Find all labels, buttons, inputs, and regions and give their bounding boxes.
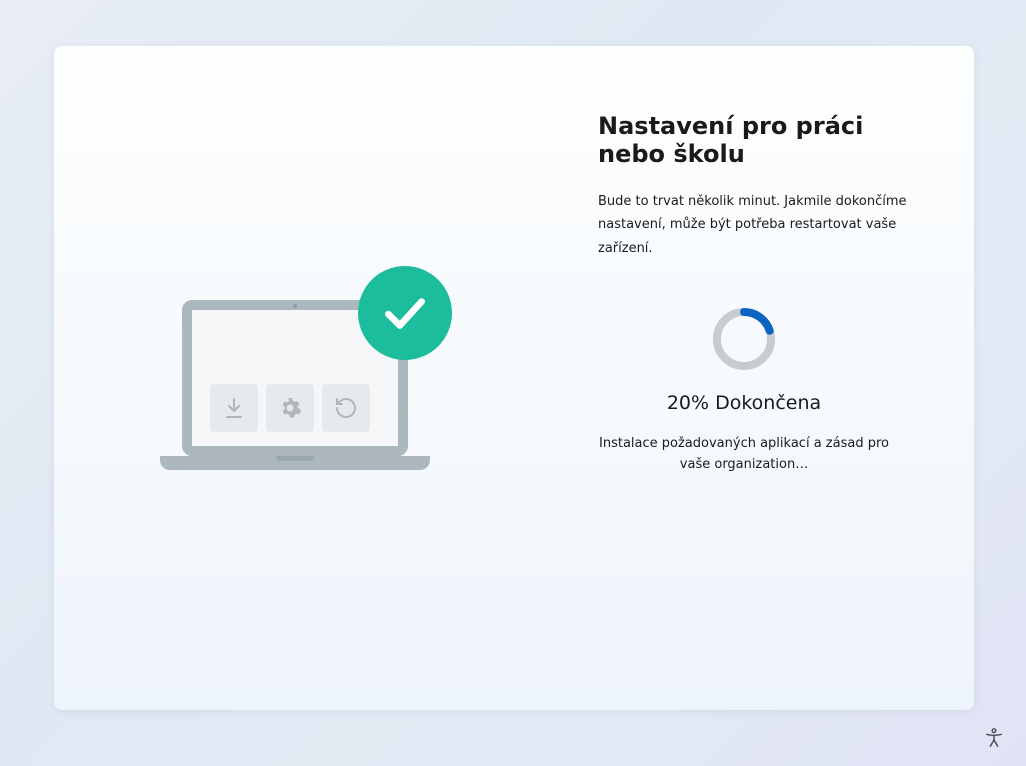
refresh-icon [322,384,370,432]
progress-percent: 20% [667,392,709,414]
gear-icon [266,384,314,432]
setup-card: Nastavení pro práci nebo školu Bude to t… [54,46,974,710]
progress-text: 20% Dokončena [667,392,821,414]
illustration-pane [54,46,514,710]
laptop-illustration [182,300,446,496]
download-icon [210,384,258,432]
page-subtitle: Bude to trvat několik minut. Jakmile dok… [598,190,926,260]
checkmark-badge [358,266,452,360]
laptop-base [160,456,430,470]
progress-status: Instalace požadovaných aplikací a zásad … [594,434,894,476]
accessibility-icon [983,727,1005,749]
progress-done-label: Dokončena [715,392,821,414]
progress-section: 20% Dokončena Instalace požadovaných apl… [514,306,974,476]
page-title: Nastavení pro práci nebo školu [598,112,926,168]
accessibility-button[interactable] [980,724,1008,752]
progress-ring [711,306,777,372]
screen-tiles [210,384,370,432]
content-pane: Nastavení pro práci nebo školu Bude to t… [514,46,974,710]
